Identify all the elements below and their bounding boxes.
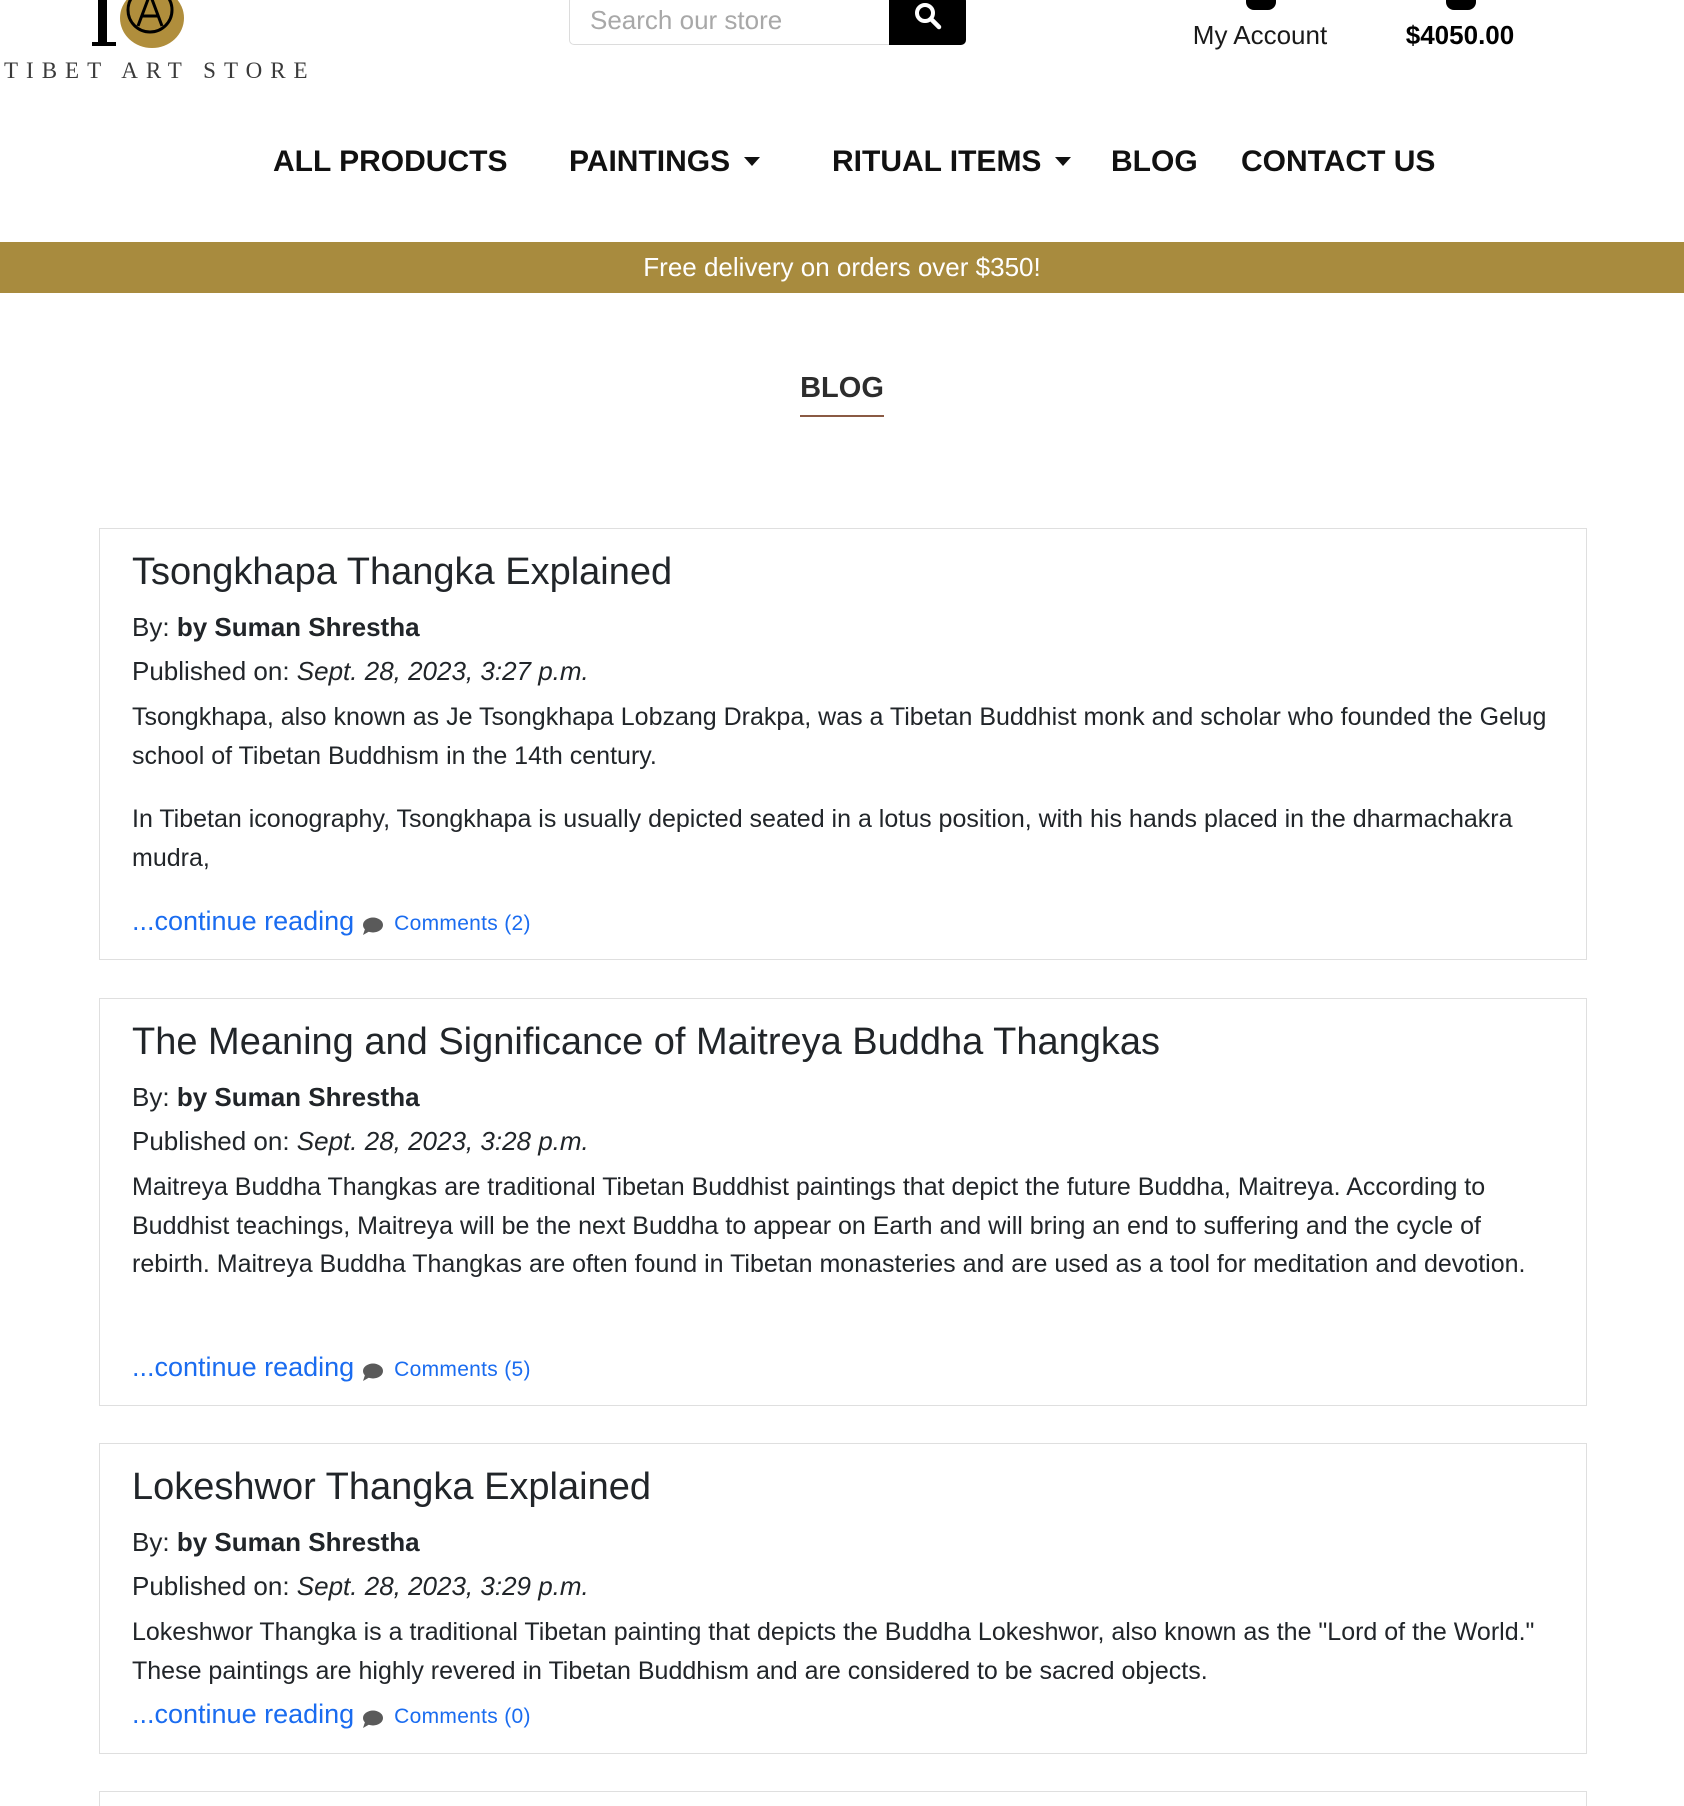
published-date: Sept. 28, 2023, 3:28 p.m. bbox=[296, 1126, 589, 1156]
comment-icon bbox=[363, 1710, 384, 1728]
published-date: Sept. 28, 2023, 3:29 p.m. bbox=[296, 1571, 589, 1601]
nav-all-products[interactable]: ALL PRODUCTS bbox=[273, 140, 507, 184]
blog-post-card: Lokeshwor Thangka Explained By: by Suman… bbox=[99, 1443, 1587, 1754]
cart-icon bbox=[1446, 0, 1476, 10]
comments-link[interactable]: Comments (5) bbox=[394, 1358, 531, 1381]
comment-icon bbox=[363, 1363, 384, 1381]
main-nav: ALL PRODUCTS PAINTINGS RITUAL ITEMS BLOG… bbox=[0, 140, 1684, 190]
continue-reading-link[interactable]: ...continue reading bbox=[132, 906, 354, 936]
post-excerpt-paragraph: Tsongkhapa, also known as Je Tsongkhapa … bbox=[132, 703, 1547, 770]
comment-icon bbox=[363, 917, 384, 935]
author-name: by Suman Shrestha bbox=[176, 612, 420, 642]
published-label: Published on: bbox=[132, 1571, 290, 1601]
post-author: By: by Suman Shrestha bbox=[132, 612, 420, 643]
logo-emblem-icon bbox=[92, 0, 184, 48]
caret-down-icon bbox=[1055, 156, 1072, 166]
post-title[interactable]: Lokeshwor Thangka Explained bbox=[132, 1466, 651, 1509]
post-date: Published on: Sept. 28, 2023, 3:29 p.m. bbox=[132, 1571, 589, 1602]
comments-link[interactable]: Comments (2) bbox=[394, 912, 531, 935]
author-name: by Suman Shrestha bbox=[176, 1527, 420, 1557]
nav-paintings-label: PAINTINGS bbox=[569, 145, 731, 178]
store-logo[interactable]: TIBET ART STORE bbox=[0, 0, 308, 90]
search-button[interactable] bbox=[889, 0, 966, 45]
post-date: Published on: Sept. 28, 2023, 3:28 p.m. bbox=[132, 1126, 589, 1157]
post-title[interactable]: Tsongkhapa Thangka Explained bbox=[132, 551, 672, 594]
post-footer: ...continue reading Comments (5) bbox=[132, 1352, 531, 1383]
user-icon bbox=[1246, 0, 1276, 10]
post-date: Published on: Sept. 28, 2023, 3:27 p.m. bbox=[132, 656, 589, 687]
post-author: By: by Suman Shrestha bbox=[132, 1527, 420, 1558]
page-title-text: BLOG bbox=[800, 372, 884, 417]
blog-post-card: Tsongkhapa Thangka Explained By: by Suma… bbox=[99, 528, 1587, 960]
caret-down-icon bbox=[744, 156, 761, 166]
page-title: BLOG bbox=[0, 372, 1684, 417]
cart-link[interactable]: $4050.00 bbox=[1390, 0, 1530, 50]
author-name: by Suman Shrestha bbox=[176, 1082, 420, 1112]
search-input[interactable] bbox=[569, 0, 889, 45]
blog-post-card: The Meaning and Significance of Maitreya… bbox=[99, 998, 1587, 1406]
nav-contact-us-label: CONTACT US bbox=[1241, 145, 1436, 178]
published-label: Published on: bbox=[132, 1126, 290, 1156]
promo-banner: Free delivery on orders over $350! bbox=[0, 242, 1684, 293]
my-account-link[interactable]: My Account bbox=[1180, 0, 1340, 50]
post-footer: ...continue reading Comments (0) bbox=[132, 1699, 531, 1730]
nav-all-products-label: ALL PRODUCTS bbox=[273, 145, 508, 178]
post-excerpt-paragraph: Maitreya Buddha Thangkas are traditional… bbox=[132, 1173, 1526, 1278]
author-label: By: bbox=[132, 1527, 170, 1557]
nav-blog-label: BLOG bbox=[1111, 145, 1198, 178]
nav-ritual-items[interactable]: RITUAL ITEMS bbox=[832, 140, 1072, 184]
nav-ritual-items-label: RITUAL ITEMS bbox=[832, 145, 1042, 178]
search-icon bbox=[915, 3, 942, 30]
author-label: By: bbox=[132, 612, 170, 642]
post-footer: ...continue reading Comments (2) bbox=[132, 906, 531, 937]
post-author: By: by Suman Shrestha bbox=[132, 1082, 420, 1113]
post-excerpt-paragraph: Lokeshwor Thangka is a traditional Tibet… bbox=[132, 1618, 1535, 1685]
post-excerpt-paragraph: In Tibetan iconography, Tsongkhapa is us… bbox=[132, 805, 1513, 872]
cart-total: $4050.00 bbox=[1405, 20, 1515, 50]
blog-post-card bbox=[99, 1791, 1587, 1806]
post-title[interactable]: The Meaning and Significance of Maitreya… bbox=[132, 1021, 1160, 1064]
my-account-label: My Account bbox=[1192, 20, 1328, 50]
search-form bbox=[569, 0, 966, 45]
comments-link[interactable]: Comments (0) bbox=[394, 1705, 531, 1728]
published-label: Published on: bbox=[132, 656, 290, 686]
nav-contact-us[interactable]: CONTACT US bbox=[1241, 140, 1435, 184]
published-date: Sept. 28, 2023, 3:27 p.m. bbox=[296, 656, 589, 686]
nav-blog[interactable]: BLOG bbox=[1111, 140, 1198, 184]
logo-wordmark: TIBET ART STORE bbox=[4, 58, 316, 83]
nav-paintings[interactable]: PAINTINGS bbox=[569, 140, 761, 184]
continue-reading-link[interactable]: ...continue reading bbox=[132, 1699, 354, 1729]
site-header: TIBET ART STORE My Account $4050.00 ALL … bbox=[0, 0, 1684, 242]
author-label: By: bbox=[132, 1082, 170, 1112]
continue-reading-link[interactable]: ...continue reading bbox=[132, 1352, 354, 1382]
